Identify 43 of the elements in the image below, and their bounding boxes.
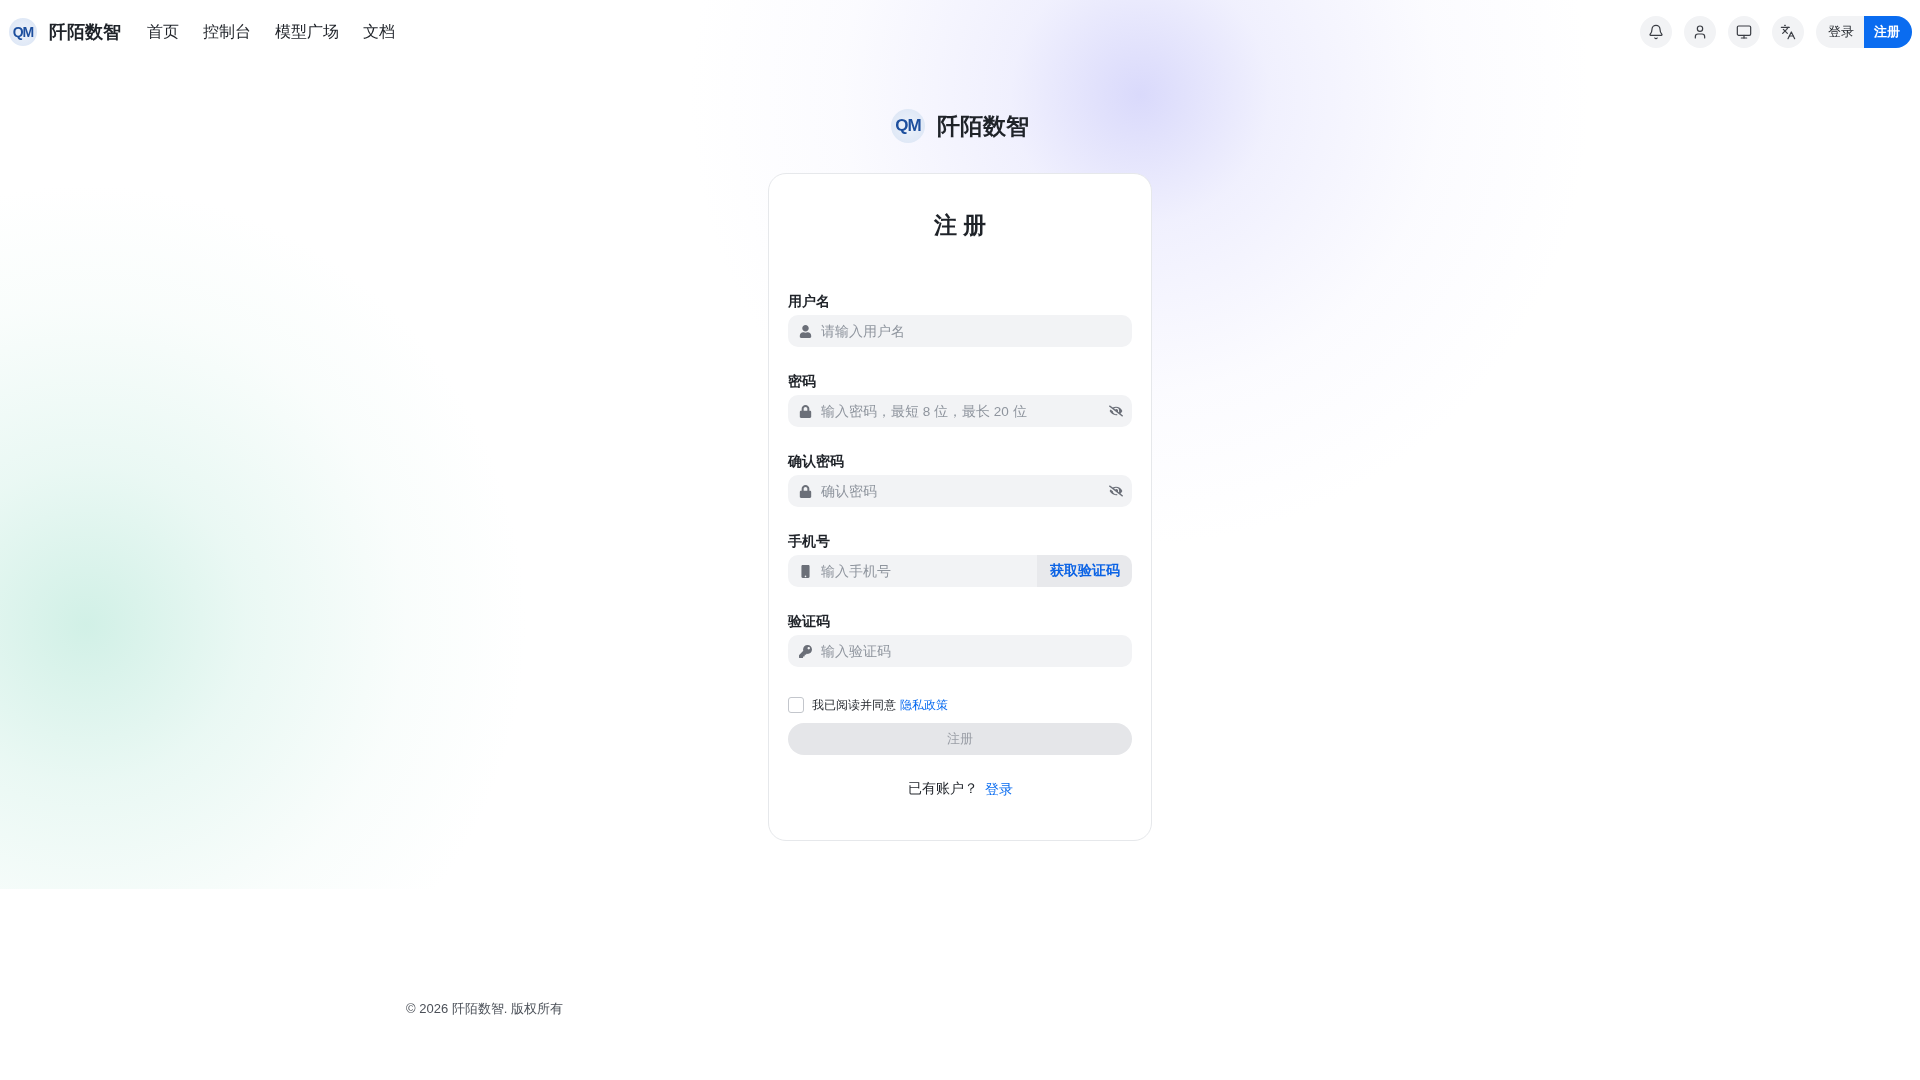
user-icon (1692, 24, 1708, 40)
privacy-link[interactable]: 隐私政策 (900, 696, 948, 714)
input-field[interactable]: 确认密码 (788, 475, 1132, 507)
agreement-text: 我已阅读并同意 (812, 697, 896, 714)
input-field[interactable]: 输入密码，最短 8 位，最长 20 位 (788, 395, 1132, 427)
input-field[interactable]: 请输入用户名 (788, 315, 1132, 347)
language-button[interactable] (1772, 16, 1804, 48)
copyright-text: © 2026 阡陌数智. 版权所有 (406, 1001, 563, 1016)
login-prompt: 已有账户？ (907, 780, 978, 798)
input-field[interactable]: 输入验证码 (788, 635, 1132, 667)
nav-link[interactable]: 首页 (147, 20, 179, 44)
nav-link[interactable]: 文档 (363, 20, 395, 44)
logo-mark: QM (9, 18, 37, 46)
login-link[interactable]: 登录 (984, 779, 1013, 799)
field-label: 密码 (788, 372, 817, 391)
field-label: 用户名 (788, 292, 831, 311)
logo-mark: QM (891, 109, 925, 143)
key-icon (799, 645, 812, 658)
get-code-button[interactable]: 获取验证码 (1037, 555, 1132, 587)
field-label: 验证码 (788, 612, 831, 631)
form-title: 注 册 (932, 211, 988, 240)
register-button[interactable]: 注册 (1864, 16, 1912, 48)
nav-link[interactable]: 控制台 (203, 20, 251, 44)
phone-icon (799, 565, 812, 578)
translate-icon (1780, 24, 1796, 40)
login-button[interactable]: 登录 (1816, 16, 1864, 48)
eye-slash-icon[interactable] (1109, 404, 1123, 418)
brand-name[interactable]: 阡陌数智 (49, 18, 121, 46)
eye-slash-icon[interactable] (1109, 484, 1123, 498)
nav-link[interactable]: 模型广场 (275, 20, 339, 44)
user-button[interactable] (1684, 16, 1716, 48)
brand-title: 阡陌数智 (937, 111, 1029, 141)
checkbox[interactable] (788, 697, 804, 713)
lock-icon (799, 485, 812, 498)
monitor-icon (1736, 24, 1752, 40)
lock-icon (799, 405, 812, 418)
user-icon (799, 325, 812, 338)
field-label: 手机号 (788, 532, 831, 551)
notification-button[interactable] (1640, 16, 1672, 48)
bell-icon (1648, 24, 1664, 40)
input-field[interactable]: 输入手机号 (788, 555, 1037, 587)
display-button[interactable] (1728, 16, 1760, 48)
field-label: 确认密码 (788, 452, 845, 471)
